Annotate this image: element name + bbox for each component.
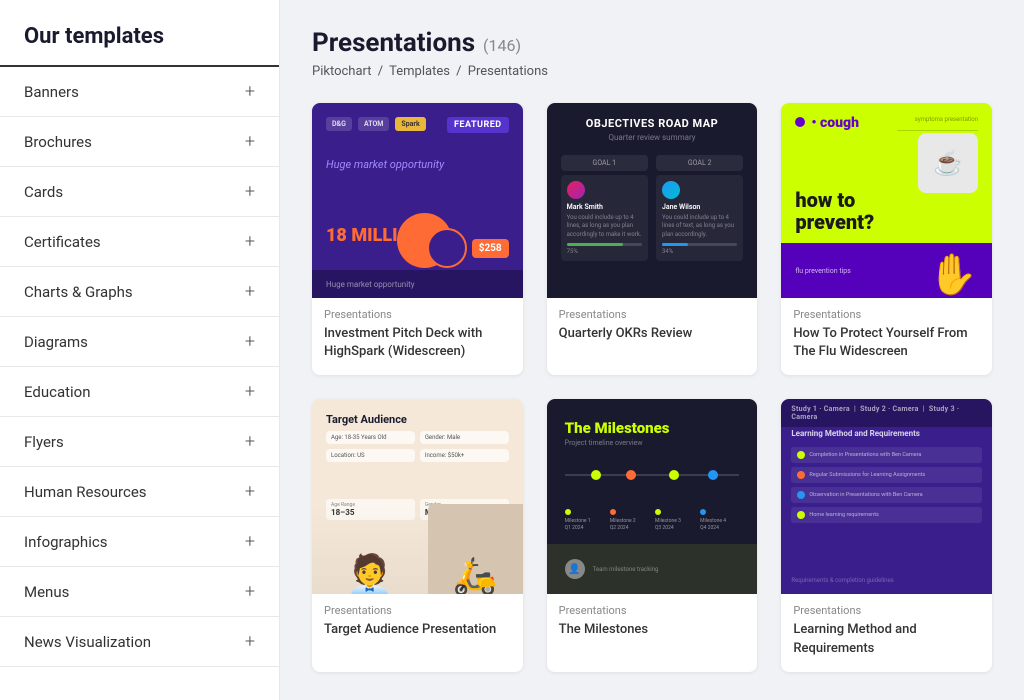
plus-icon: + — [245, 131, 255, 152]
plus-icon: + — [245, 181, 255, 202]
template-thumbnail-3: • cough symptoms presentation ──────────… — [781, 103, 992, 298]
template-name: Investment Pitch Deck with HighSpark (Wi… — [324, 325, 511, 361]
template-name: Learning Method and Requirements — [793, 621, 980, 657]
template-grid: FEATURED D&G ATOM Spark Huge market oppo… — [312, 103, 992, 672]
plus-icon: + — [245, 631, 255, 652]
sidebar-title: Our templates — [0, 24, 279, 67]
plus-icon: + — [245, 531, 255, 552]
template-thumbnail-6: Study 1 · Camera | Study 2 · Camera | St… — [781, 399, 992, 594]
sidebar-item-brochures[interactable]: Brochures + — [0, 117, 279, 167]
breadcrumb-sep2: / — [456, 64, 461, 79]
sidebar-item-label: Banners — [24, 83, 79, 101]
template-info-1: Presentations Investment Pitch Deck with… — [312, 298, 523, 375]
plus-icon: + — [245, 231, 255, 252]
template-name: Target Audience Presentation — [324, 621, 511, 639]
main-content: Presentations (146) Piktochart / Templat… — [280, 0, 1024, 700]
template-name: Quarterly OKRs Review — [559, 325, 746, 343]
template-card-5[interactable]: The Milestones Project timeline overview — [547, 399, 758, 671]
template-card-6[interactable]: Study 1 · Camera | Study 2 · Camera | St… — [781, 399, 992, 671]
sidebar-item-label: Menus — [24, 583, 69, 601]
template-category: Presentations — [793, 604, 980, 617]
plus-icon: + — [245, 581, 255, 602]
template-info-3: Presentations How To Protect Yourself Fr… — [781, 298, 992, 375]
logo-group: D&G ATOM Spark — [326, 117, 426, 131]
template-category: Presentations — [324, 604, 511, 617]
plus-icon: + — [245, 81, 255, 102]
sidebar-item-label: Infographics — [24, 533, 107, 551]
template-card-4[interactable]: Target Audience Age: 18-35 Years Old Gen… — [312, 399, 523, 671]
template-thumbnail-2: OBJECTIVES ROAD MAP Quarter review summa… — [547, 103, 758, 298]
sidebar-item-cards[interactable]: Cards + — [0, 167, 279, 217]
featured-badge: FEATURED — [447, 117, 509, 133]
sidebar-item-label: Certificates — [24, 233, 101, 251]
template-info-4: Presentations Target Audience Presentati… — [312, 594, 523, 653]
breadcrumb-sep1: / — [378, 64, 383, 79]
template-category: Presentations — [793, 308, 980, 321]
sidebar-item-label: Cards — [24, 183, 63, 201]
sidebar-item-label: Charts & Graphs — [24, 283, 133, 301]
app-layout: Our templates Banners + Brochures + Card… — [0, 0, 1024, 700]
template-card-3[interactable]: • cough symptoms presentation ──────────… — [781, 103, 992, 375]
plus-icon: + — [245, 431, 255, 452]
sidebar-item-infographics[interactable]: Infographics + — [0, 517, 279, 567]
template-card-2[interactable]: OBJECTIVES ROAD MAP Quarter review summa… — [547, 103, 758, 375]
sidebar-item-banners[interactable]: Banners + — [0, 67, 279, 117]
plus-icon: + — [245, 481, 255, 502]
template-name: How To Protect Yourself From The Flu Wid… — [793, 325, 980, 361]
breadcrumb-mid: Templates — [389, 64, 450, 79]
template-category: Presentations — [559, 604, 746, 617]
template-count: (146) — [483, 36, 521, 55]
sidebar-item-education[interactable]: Education + — [0, 367, 279, 417]
breadcrumb-current: Presentations — [468, 64, 548, 79]
breadcrumb-root: Piktochart — [312, 64, 372, 79]
template-card-1[interactable]: FEATURED D&G ATOM Spark Huge market oppo… — [312, 103, 523, 375]
sidebar-item-diagrams[interactable]: Diagrams + — [0, 317, 279, 367]
plus-icon: + — [245, 381, 255, 402]
template-category: Presentations — [324, 308, 511, 321]
page-title: Presentations (146) — [312, 28, 992, 58]
sidebar-item-label: Brochures — [24, 133, 92, 151]
sidebar-item-news-visualization[interactable]: News Visualization + — [0, 617, 279, 667]
page-header: Presentations (146) Piktochart / Templat… — [312, 28, 992, 79]
template-name: The Milestones — [559, 621, 746, 639]
template-info-2: Presentations Quarterly OKRs Review — [547, 298, 758, 357]
sidebar-item-charts-graphs[interactable]: Charts & Graphs + — [0, 267, 279, 317]
sidebar-item-human-resources[interactable]: Human Resources + — [0, 467, 279, 517]
sidebar: Our templates Banners + Brochures + Card… — [0, 0, 280, 700]
template-thumbnail-1: FEATURED D&G ATOM Spark Huge market oppo… — [312, 103, 523, 298]
sidebar-item-certificates[interactable]: Certificates + — [0, 217, 279, 267]
template-thumbnail-5: The Milestones Project timeline overview — [547, 399, 758, 594]
plus-icon: + — [245, 281, 255, 302]
template-thumbnail-4: Target Audience Age: 18-35 Years Old Gen… — [312, 399, 523, 594]
sidebar-item-label: Flyers — [24, 433, 64, 451]
template-info-5: Presentations The Milestones — [547, 594, 758, 653]
sidebar-item-label: Human Resources — [24, 483, 147, 501]
sidebar-item-label: Education — [24, 383, 91, 401]
sidebar-item-flyers[interactable]: Flyers + — [0, 417, 279, 467]
sidebar-item-menus[interactable]: Menus + — [0, 567, 279, 617]
template-category: Presentations — [559, 308, 746, 321]
sidebar-item-label: Diagrams — [24, 333, 88, 351]
plus-icon: + — [245, 331, 255, 352]
template-info-6: Presentations Learning Method and Requir… — [781, 594, 992, 671]
breadcrumb: Piktochart / Templates / Presentations — [312, 64, 992, 79]
